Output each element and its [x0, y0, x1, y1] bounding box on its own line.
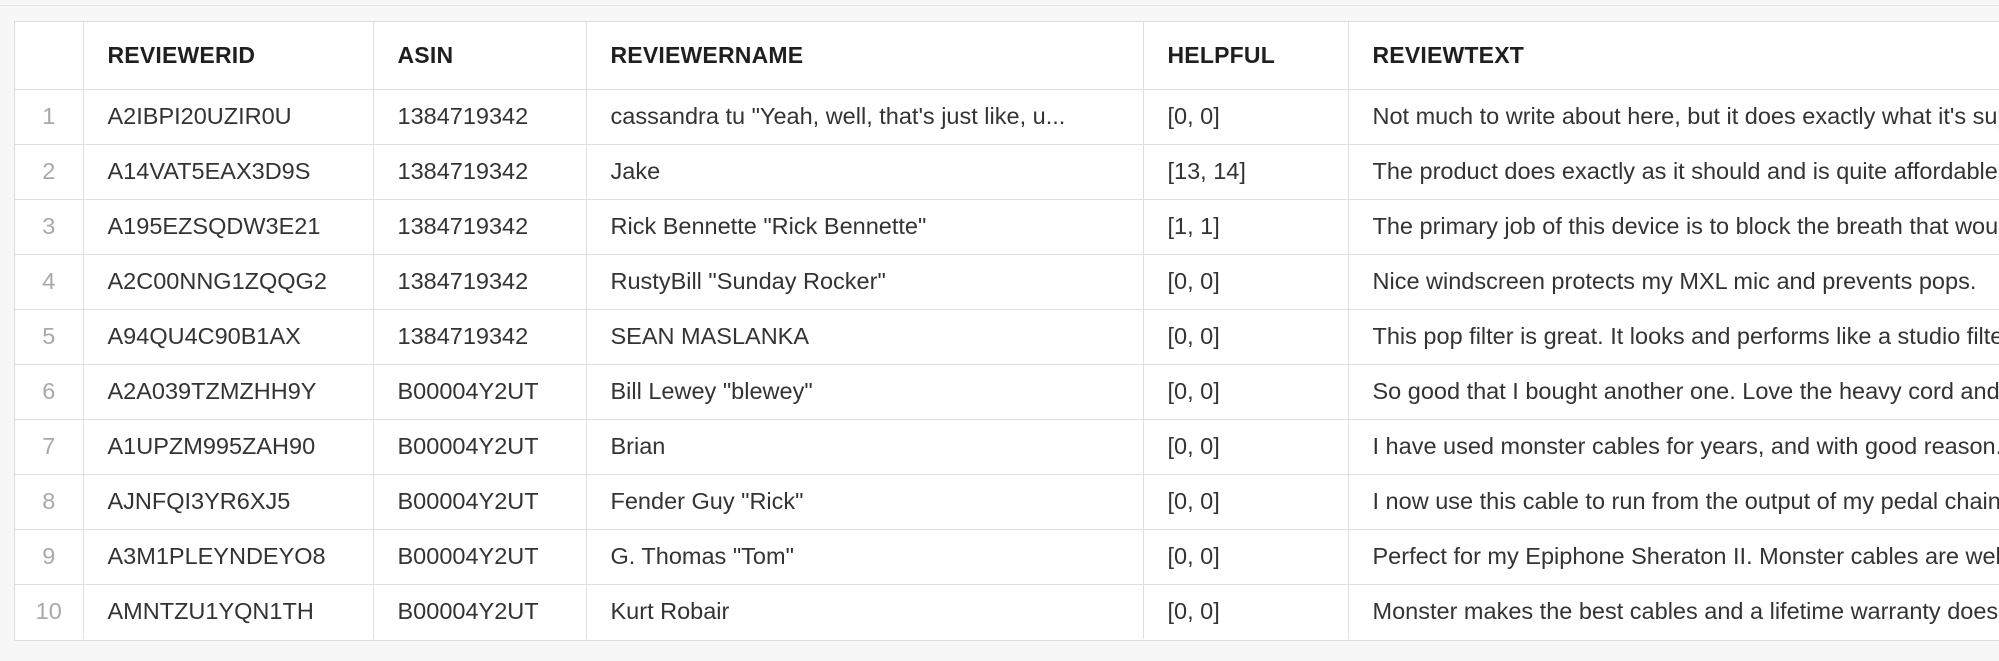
- cell-reviewername[interactable]: Brian: [586, 419, 1144, 475]
- cell-reviewtext[interactable]: Monster makes the best cables and a life…: [1348, 584, 1999, 639]
- results-table: REVIEWERID ASIN REVIEWERNAME HELPFUL REV…: [15, 22, 1999, 639]
- cell-reviewtext[interactable]: This pop filter is great. It looks and p…: [1348, 309, 1999, 365]
- row-index: 6: [15, 364, 84, 420]
- table-row: 3 A195EZSQDW3E21 1384719342 Rick Bennett…: [15, 199, 1999, 255]
- cell-reviewername[interactable]: Rick Bennette "Rick Bennette": [586, 199, 1144, 255]
- cell-asin[interactable]: B00004Y2UT: [373, 474, 587, 530]
- cell-helpful[interactable]: [13, 14]: [1143, 144, 1349, 200]
- cell-reviewerid[interactable]: A195EZSQDW3E21: [83, 199, 374, 255]
- cell-helpful[interactable]: [0, 0]: [1143, 309, 1349, 365]
- results-table-container[interactable]: REVIEWERID ASIN REVIEWERNAME HELPFUL REV…: [14, 21, 1999, 641]
- cell-asin[interactable]: B00004Y2UT: [373, 364, 587, 420]
- row-index: 10: [15, 584, 84, 639]
- cell-asin[interactable]: B00004Y2UT: [373, 584, 587, 639]
- cell-reviewtext[interactable]: So good that I bought another one. Love …: [1348, 364, 1999, 420]
- table-row: 7 A1UPZM995ZAH90 B00004Y2UT Brian [0, 0]…: [15, 419, 1999, 475]
- cell-asin[interactable]: 1384719342: [373, 309, 587, 365]
- table-row: 8 AJNFQI3YR6XJ5 B00004Y2UT Fender Guy "R…: [15, 474, 1999, 530]
- cell-reviewerid[interactable]: A3M1PLEYNDEYO8: [83, 529, 374, 585]
- column-header-index: [15, 22, 84, 90]
- cell-reviewerid[interactable]: A2A039TZMZHH9Y: [83, 364, 374, 420]
- cell-helpful[interactable]: [0, 0]: [1143, 529, 1349, 585]
- row-index: 9: [15, 529, 84, 585]
- cell-reviewtext[interactable]: The primary job of this device is to blo…: [1348, 199, 1999, 255]
- cell-asin[interactable]: 1384719342: [373, 89, 587, 145]
- top-divider: [0, 5, 1999, 6]
- column-header-helpful[interactable]: HELPFUL: [1143, 22, 1349, 90]
- cell-helpful[interactable]: [0, 0]: [1143, 419, 1349, 475]
- cell-reviewtext[interactable]: Perfect for my Epiphone Sheraton II. Mon…: [1348, 529, 1999, 585]
- table-row: 9 A3M1PLEYNDEYO8 B00004Y2UT G. Thomas "T…: [15, 529, 1999, 585]
- cell-asin[interactable]: 1384719342: [373, 199, 587, 255]
- table-row: 10 AMNTZU1YQN1TH B00004Y2UT Kurt Robair …: [15, 584, 1999, 639]
- cell-reviewername[interactable]: Fender Guy "Rick": [586, 474, 1144, 530]
- cell-reviewername[interactable]: Kurt Robair: [586, 584, 1144, 639]
- table-row: 2 A14VAT5EAX3D9S 1384719342 Jake [13, 14…: [15, 144, 1999, 200]
- cell-helpful[interactable]: [0, 0]: [1143, 254, 1349, 310]
- cell-reviewername[interactable]: Bill Lewey "blewey": [586, 364, 1144, 420]
- cell-helpful[interactable]: [0, 0]: [1143, 584, 1349, 639]
- cell-reviewername[interactable]: RustyBill "Sunday Rocker": [586, 254, 1144, 310]
- cell-helpful[interactable]: [0, 0]: [1143, 89, 1349, 145]
- cell-reviewerid[interactable]: A2IBPI20UZIR0U: [83, 89, 374, 145]
- table-row: 4 A2C00NNG1ZQQG2 1384719342 RustyBill "S…: [15, 254, 1999, 310]
- row-index: 8: [15, 474, 84, 530]
- cell-reviewtext[interactable]: I have used monster cables for years, an…: [1348, 419, 1999, 475]
- cell-helpful[interactable]: [0, 0]: [1143, 364, 1349, 420]
- column-header-reviewername[interactable]: REVIEWERNAME: [586, 22, 1144, 90]
- cell-helpful[interactable]: [0, 0]: [1143, 474, 1349, 530]
- column-header-asin[interactable]: ASIN: [373, 22, 587, 90]
- cell-reviewtext[interactable]: The product does exactly as it should an…: [1348, 144, 1999, 200]
- cell-reviewerid[interactable]: A14VAT5EAX3D9S: [83, 144, 374, 200]
- cell-reviewtext[interactable]: Nice windscreen protects my MXL mic and …: [1348, 254, 1999, 310]
- cell-asin[interactable]: 1384719342: [373, 254, 587, 310]
- row-index: 4: [15, 254, 84, 310]
- cell-asin[interactable]: 1384719342: [373, 144, 587, 200]
- table-header-row: REVIEWERID ASIN REVIEWERNAME HELPFUL REV…: [15, 22, 1999, 90]
- cell-reviewername[interactable]: SEAN MASLANKA: [586, 309, 1144, 365]
- table-row: 5 A94QU4C90B1AX 1384719342 SEAN MASLANKA…: [15, 309, 1999, 365]
- cell-reviewerid[interactable]: AMNTZU1YQN1TH: [83, 584, 374, 639]
- cell-reviewername[interactable]: Jake: [586, 144, 1144, 200]
- cell-asin[interactable]: B00004Y2UT: [373, 419, 587, 475]
- row-index: 5: [15, 309, 84, 365]
- cell-reviewerid[interactable]: AJNFQI3YR6XJ5: [83, 474, 374, 530]
- column-header-reviewerid[interactable]: REVIEWERID: [83, 22, 374, 90]
- cell-reviewtext[interactable]: Not much to write about here, but it doe…: [1348, 89, 1999, 145]
- cell-reviewerid[interactable]: A2C00NNG1ZQQG2: [83, 254, 374, 310]
- cell-helpful[interactable]: [1, 1]: [1143, 199, 1349, 255]
- cell-reviewerid[interactable]: A94QU4C90B1AX: [83, 309, 374, 365]
- row-index: 3: [15, 199, 84, 255]
- table-row: 1 A2IBPI20UZIR0U 1384719342 cassandra tu…: [15, 89, 1999, 145]
- cell-asin[interactable]: B00004Y2UT: [373, 529, 587, 585]
- cell-reviewerid[interactable]: A1UPZM995ZAH90: [83, 419, 374, 475]
- row-index: 1: [15, 89, 84, 145]
- row-index: 2: [15, 144, 84, 200]
- column-header-reviewtext[interactable]: REVIEWTEXT: [1348, 22, 1999, 90]
- table-row: 6 A2A039TZMZHH9Y B00004Y2UT Bill Lewey "…: [15, 364, 1999, 420]
- cell-reviewername[interactable]: cassandra tu "Yeah, well, that's just li…: [586, 89, 1144, 145]
- row-index: 7: [15, 419, 84, 475]
- cell-reviewtext[interactable]: I now use this cable to run from the out…: [1348, 474, 1999, 530]
- cell-reviewername[interactable]: G. Thomas "Tom": [586, 529, 1144, 585]
